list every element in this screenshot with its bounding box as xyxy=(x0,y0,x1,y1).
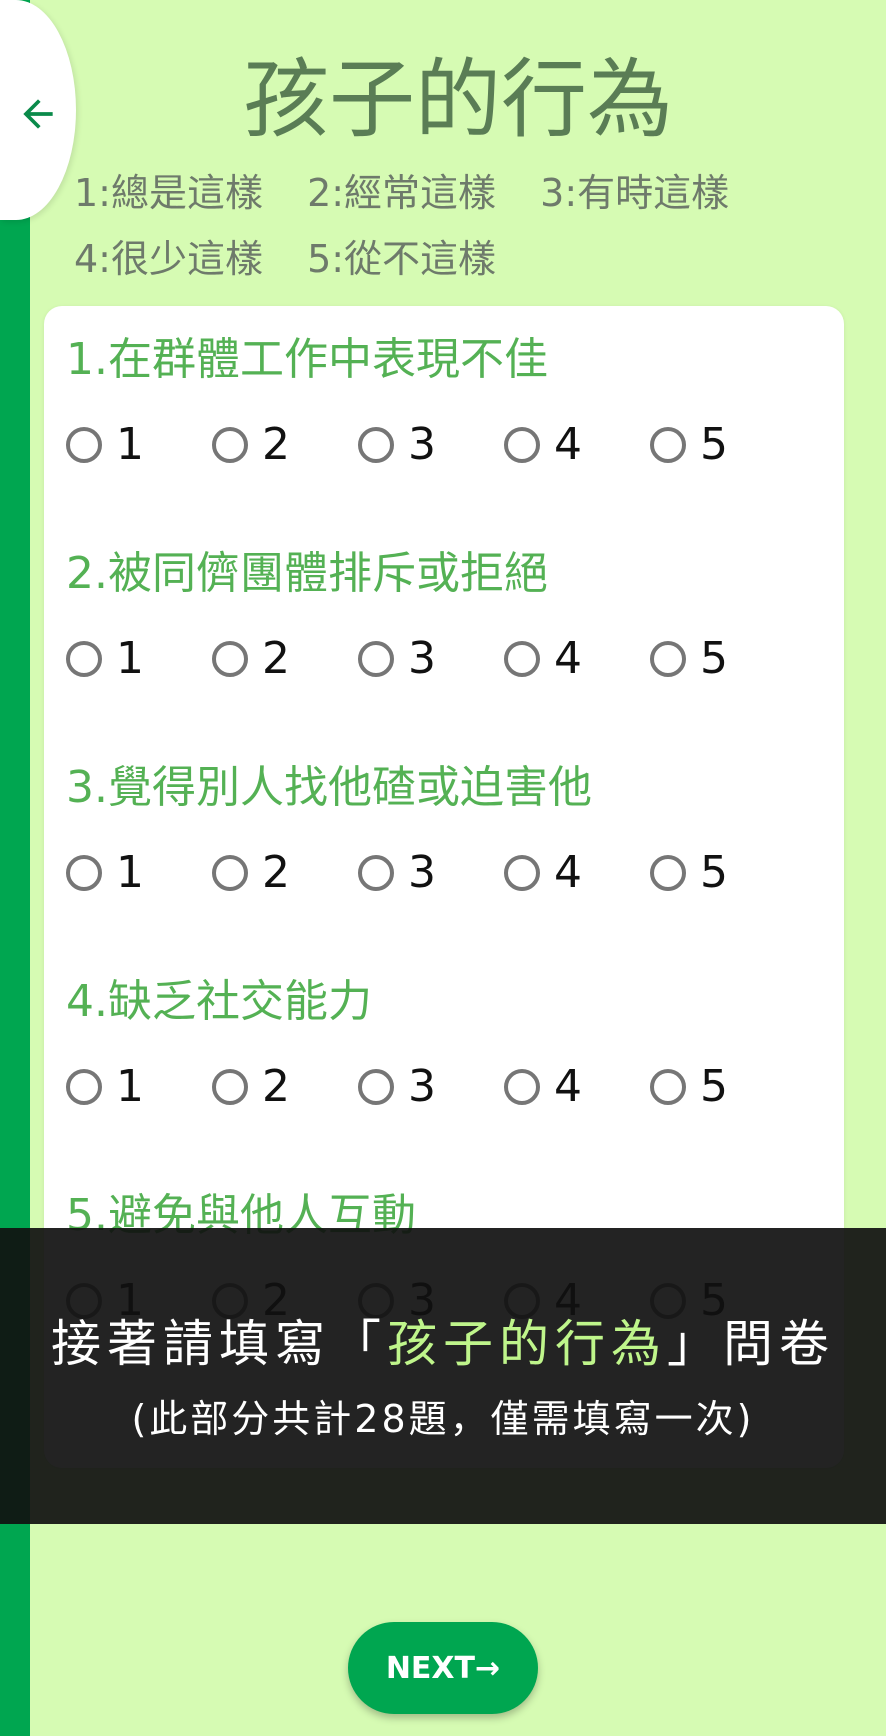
overlay-headline-highlight: 孩子的行為 xyxy=(387,1315,667,1373)
option-label: 3 xyxy=(408,633,436,684)
radio-button[interactable] xyxy=(66,855,102,891)
option-4[interactable]: 4 xyxy=(448,634,594,684)
option-label: 3 xyxy=(408,847,436,898)
option-label: 2 xyxy=(262,419,290,470)
radio-button[interactable] xyxy=(358,641,394,677)
radio-button[interactable] xyxy=(212,1069,248,1105)
radio-button[interactable] xyxy=(504,1069,540,1105)
radio-button[interactable] xyxy=(504,855,540,891)
option-3[interactable]: 3 xyxy=(302,848,448,898)
radio-button[interactable] xyxy=(66,1069,102,1105)
question-4: 4.缺乏社交能力 1 2 3 4 5 xyxy=(66,972,836,1112)
overlay-headline-suffix: 」問卷 xyxy=(667,1315,835,1373)
option-2[interactable]: 2 xyxy=(156,1062,302,1112)
option-label: 3 xyxy=(408,1061,436,1112)
question-1: 1.在群體工作中表現不佳 1 2 3 4 5 xyxy=(66,330,836,470)
option-label: 4 xyxy=(554,633,582,684)
page-title: 孩子的行為 xyxy=(243,50,673,150)
radio-button[interactable] xyxy=(504,427,540,463)
question-2: 2.被同儕團體排斥或拒絕 1 2 3 4 5 xyxy=(66,544,836,684)
legend-item: 5:從不這樣 xyxy=(307,237,497,281)
radio-button[interactable] xyxy=(66,427,102,463)
option-4[interactable]: 4 xyxy=(448,420,594,470)
option-label: 5 xyxy=(700,633,728,684)
option-label: 5 xyxy=(700,1061,728,1112)
question-text: 4.缺乏社交能力 xyxy=(66,976,372,1027)
option-3[interactable]: 3 xyxy=(302,634,448,684)
question-text: 3.覺得別人找他碴或迫害他 xyxy=(66,762,592,813)
legend-line-2: 4:很少這樣 5:從不這樣 xyxy=(74,226,874,292)
option-label: 2 xyxy=(262,633,290,684)
legend-item: 2:經常這樣 xyxy=(307,171,497,215)
option-2[interactable]: 2 xyxy=(156,848,302,898)
option-5[interactable]: 5 xyxy=(594,848,740,898)
option-label: 1 xyxy=(116,419,144,470)
option-label: 5 xyxy=(700,847,728,898)
question-text: 2.被同儕團體排斥或拒絕 xyxy=(66,548,548,599)
rating-options: 1 2 3 4 5 xyxy=(66,848,836,898)
radio-button[interactable] xyxy=(212,427,248,463)
next-button[interactable]: NEXT→ xyxy=(348,1622,538,1714)
rating-options: 1 2 3 4 5 xyxy=(66,1062,836,1112)
option-label: 5 xyxy=(700,419,728,470)
legend-line-1: 1:總是這樣 2:經常這樣 3:有時這樣 xyxy=(74,160,874,226)
option-label: 1 xyxy=(116,847,144,898)
option-label: 4 xyxy=(554,419,582,470)
option-5[interactable]: 5 xyxy=(594,634,740,684)
option-5[interactable]: 5 xyxy=(594,420,740,470)
rating-options: 1 2 3 4 5 xyxy=(66,634,836,684)
instruction-overlay: 接著請填寫「孩子的行為」問卷 (此部分共計28題，僅需填寫一次) xyxy=(0,1228,886,1524)
radio-button[interactable] xyxy=(650,855,686,891)
option-4[interactable]: 4 xyxy=(448,848,594,898)
option-label: 1 xyxy=(116,633,144,684)
option-3[interactable]: 3 xyxy=(302,1062,448,1112)
radio-button[interactable] xyxy=(66,641,102,677)
rating-options: 1 2 3 4 5 xyxy=(66,420,836,470)
option-5[interactable]: 5 xyxy=(594,1062,740,1112)
rating-legend: 1:總是這樣 2:經常這樣 3:有時這樣 4:很少這樣 5:從不這樣 xyxy=(74,160,874,292)
option-1[interactable]: 1 xyxy=(44,420,156,470)
option-label: 3 xyxy=(408,419,436,470)
legend-item: 1:總是這樣 xyxy=(74,171,263,215)
legend-item: 3:有時這樣 xyxy=(540,171,730,215)
radio-button[interactable] xyxy=(358,427,394,463)
radio-button[interactable] xyxy=(212,855,248,891)
question-text: 1.在群體工作中表現不佳 xyxy=(66,334,548,385)
radio-button[interactable] xyxy=(650,427,686,463)
option-3[interactable]: 3 xyxy=(302,420,448,470)
option-label: 2 xyxy=(262,847,290,898)
legend-item: 4:很少這樣 xyxy=(74,237,263,281)
option-label: 1 xyxy=(116,1061,144,1112)
option-1[interactable]: 1 xyxy=(44,634,156,684)
option-2[interactable]: 2 xyxy=(156,420,302,470)
radio-button[interactable] xyxy=(650,1069,686,1105)
overlay-subtext: (此部分共計28題，僅需填寫一次) xyxy=(131,1397,755,1441)
option-label: 4 xyxy=(554,1061,582,1112)
option-2[interactable]: 2 xyxy=(156,634,302,684)
radio-button[interactable] xyxy=(650,641,686,677)
overlay-headline-prefix: 接著請填寫「 xyxy=(51,1315,387,1373)
option-1[interactable]: 1 xyxy=(44,1062,156,1112)
option-label: 2 xyxy=(262,1061,290,1112)
radio-button[interactable] xyxy=(504,641,540,677)
option-label: 4 xyxy=(554,847,582,898)
question-3: 3.覺得別人找他碴或迫害他 1 2 3 4 5 xyxy=(66,758,836,898)
radio-button[interactable] xyxy=(358,855,394,891)
option-1[interactable]: 1 xyxy=(44,848,156,898)
option-4[interactable]: 4 xyxy=(448,1062,594,1112)
radio-button[interactable] xyxy=(358,1069,394,1105)
radio-button[interactable] xyxy=(212,641,248,677)
overlay-headline: 接著請填寫「孩子的行為」問卷 xyxy=(0,1304,886,1376)
